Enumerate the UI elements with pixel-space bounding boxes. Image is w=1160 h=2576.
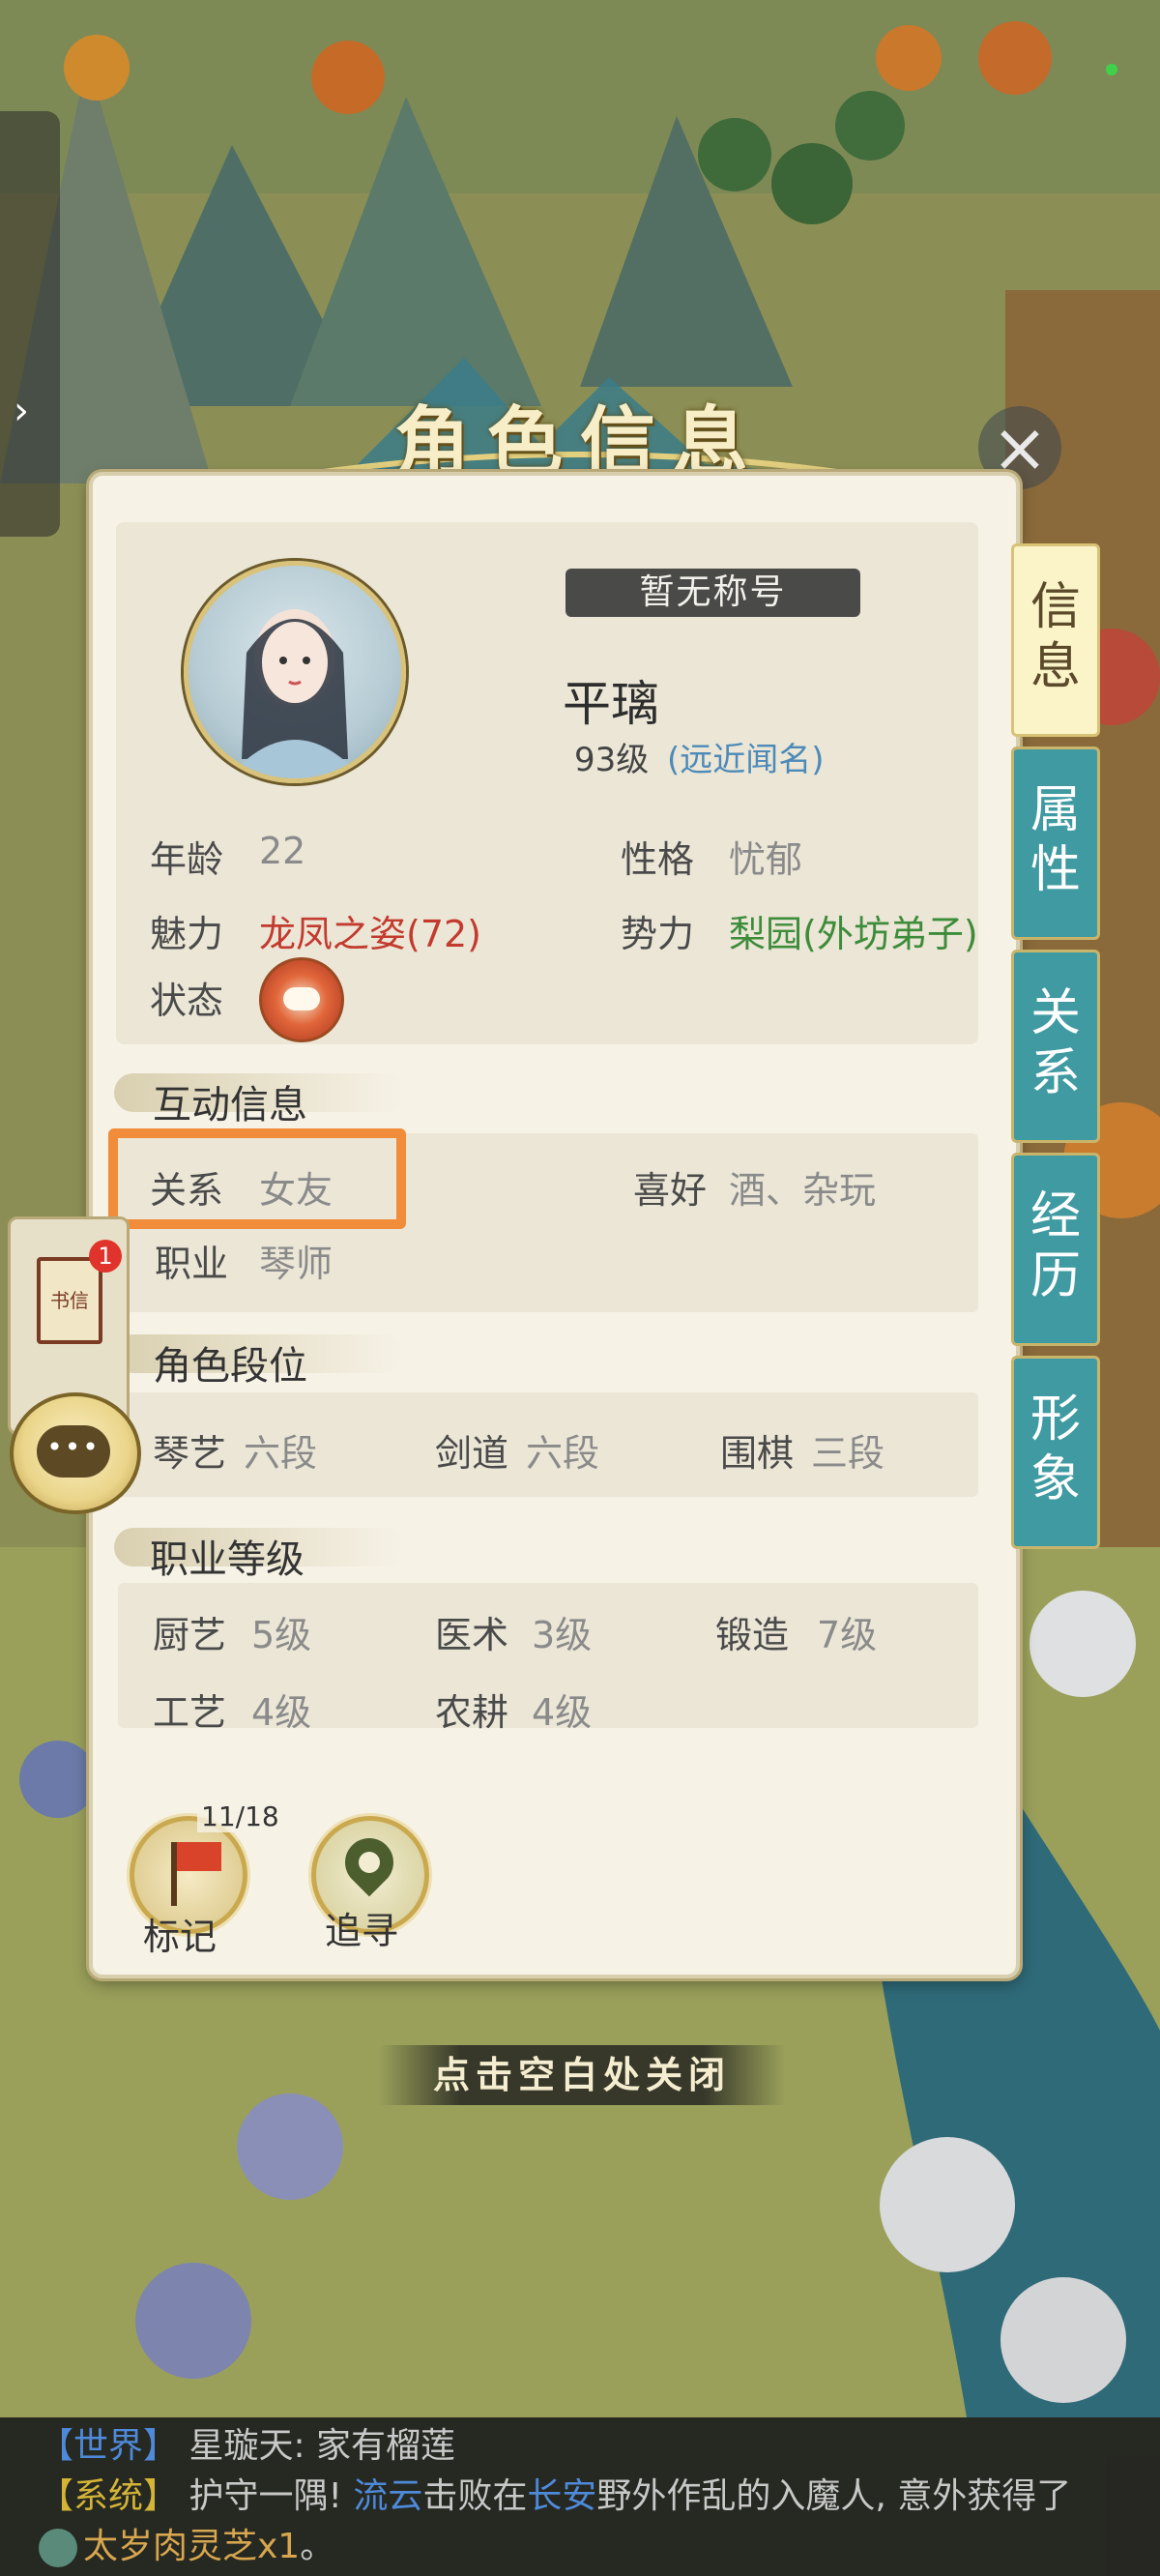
- job-level-value: 7级: [817, 1614, 878, 1656]
- job-level-label: 农耕: [435, 1691, 509, 1734]
- charm-value: 龙凤之姿(72): [259, 913, 482, 955]
- chat-channel: 【世界】: [39, 2426, 179, 2466]
- job-level-label: 厨艺: [153, 1614, 227, 1656]
- job-level-heading: 职业等级: [150, 1537, 304, 1582]
- job-level-value: 5级: [251, 1614, 312, 1656]
- age-value: 22: [259, 830, 306, 872]
- character-avatar[interactable]: [184, 561, 406, 783]
- tab-experience[interactable]: 经历: [1011, 1153, 1100, 1346]
- personality-value: 忧郁: [729, 838, 803, 881]
- relation-highlight: [108, 1128, 406, 1229]
- flag-icon: [171, 1842, 221, 1906]
- chat-message: 护守一隅!: [188, 2476, 354, 2516]
- tab-appearance[interactable]: 形象: [1011, 1356, 1100, 1549]
- mark-label: 标记: [143, 1916, 218, 1958]
- status-label: 状态: [150, 980, 224, 1022]
- mark-count: 11/18: [197, 1800, 283, 1832]
- side-drawer-handle[interactable]: ›: [0, 111, 60, 537]
- rank-heading: 角色段位: [153, 1344, 307, 1389]
- chat-line: 【系统】 护守一隅! 流云击败在长安野外作乱的入魔人, 意外获得了: [39, 2472, 1071, 2522]
- hobby-label: 喜好: [633, 1169, 708, 1212]
- character-level: 93级: [574, 741, 650, 779]
- chat-channel: 【系统】: [39, 2476, 179, 2516]
- chat-message: 星璇天: 家有榴莲: [188, 2426, 456, 2466]
- hobby-value: 酒、杂玩: [729, 1169, 877, 1212]
- rank-item-label: 琴艺: [153, 1432, 227, 1475]
- job-level-value: 4级: [532, 1691, 593, 1734]
- job-level-value: 3级: [532, 1614, 593, 1656]
- close-hint[interactable]: 点击空白处关闭: [379, 2045, 785, 2105]
- item-icon: [39, 2529, 77, 2567]
- item-link[interactable]: 太岁肉灵芝x1: [83, 2527, 300, 2566]
- chat-log[interactable]: 【世界】 星璇天: 家有榴莲 【系统】 护守一隅! 流云击败在长安野外作乱的入魔…: [0, 2417, 1160, 2576]
- chat-message: 击败在: [422, 2476, 528, 2516]
- rank-item-label: 围棋: [720, 1432, 795, 1475]
- portrait-image: [227, 609, 362, 778]
- chat-message: 野外作乱的入魔人, 意外获得了: [596, 2476, 1072, 2516]
- chat-line: 【世界】 星璇天: 家有榴莲: [39, 2421, 455, 2472]
- faction-value: 梨园(外坊弟子): [729, 913, 978, 955]
- job-level-value: 4级: [251, 1691, 312, 1734]
- rank-item-value: 六段: [244, 1432, 318, 1475]
- chat-bubble-icon: •••: [37, 1425, 110, 1478]
- chevron-right-icon: ›: [14, 389, 29, 433]
- interaction-heading: 互动信息: [153, 1083, 307, 1127]
- title-banner: 角色信息: [290, 338, 870, 493]
- tab-attributes[interactable]: 属性: [1011, 746, 1100, 940]
- notification-badge: 1: [89, 1240, 122, 1273]
- tab-info[interactable]: 信息: [1011, 543, 1100, 737]
- job-level-label: 锻造: [715, 1614, 790, 1656]
- tab-relations[interactable]: 关系: [1011, 950, 1100, 1143]
- location-pin-icon: [334, 1828, 404, 1897]
- place-link[interactable]: 长安: [527, 2476, 596, 2516]
- status-dot: [1106, 64, 1117, 75]
- chat-button[interactable]: •••: [10, 1392, 141, 1514]
- status-mood-icon[interactable]: [259, 957, 344, 1042]
- job-level-label: 医术: [435, 1614, 509, 1656]
- character-name: 平璃: [563, 676, 659, 732]
- chat-message: 。: [300, 2527, 335, 2566]
- job-level-label: 工艺: [153, 1691, 227, 1734]
- rank-item-value: 三段: [811, 1432, 885, 1475]
- character-fame: (远近闻名): [667, 741, 825, 779]
- faction-label: 势力: [621, 913, 695, 955]
- seek-label: 追寻: [325, 1910, 399, 1952]
- rank-item-label: 剑道: [435, 1432, 509, 1475]
- charm-label: 魅力: [150, 913, 224, 955]
- player-link[interactable]: 流云: [353, 2476, 422, 2516]
- age-label: 年龄: [150, 838, 224, 881]
- title-badge: 暂无称号: [566, 569, 860, 617]
- rank-item-value: 六段: [526, 1432, 600, 1475]
- job-label: 职业: [155, 1243, 229, 1285]
- personality-label: 性格: [621, 838, 695, 881]
- chat-line: 太岁肉灵芝x1。: [39, 2522, 334, 2572]
- letter-icon[interactable]: 书信: [37, 1257, 102, 1344]
- job-value: 琴师: [259, 1243, 334, 1285]
